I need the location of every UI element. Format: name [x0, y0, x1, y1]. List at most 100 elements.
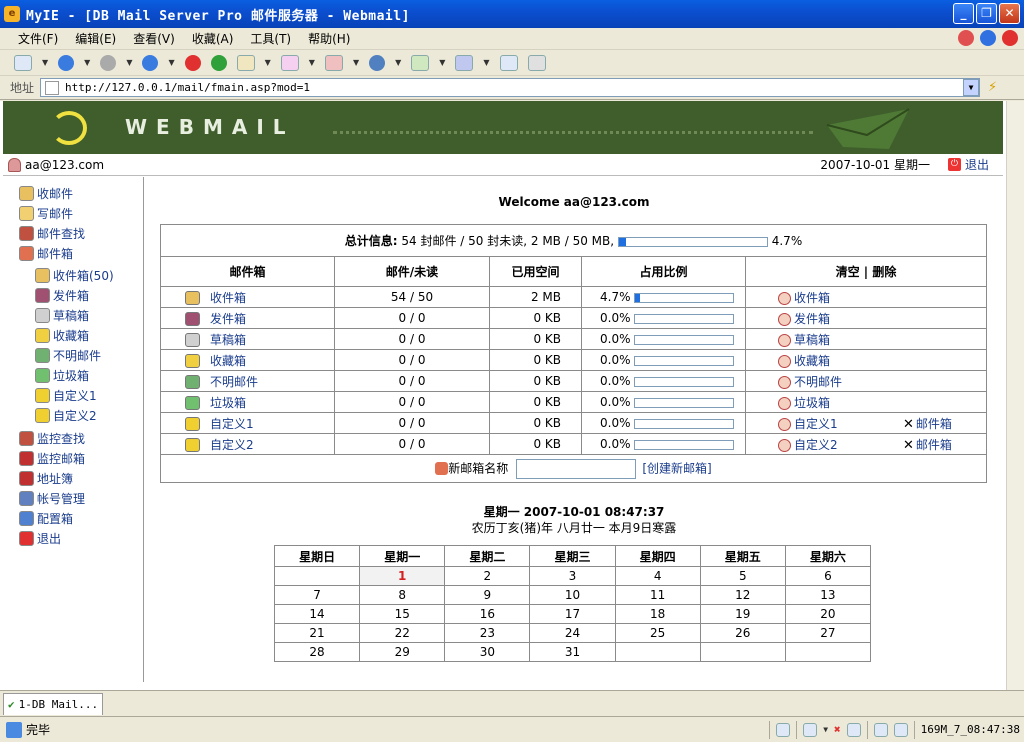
calendar-day[interactable]: 3 — [529, 566, 616, 586]
mailbox-link[interactable]: 不明邮件 — [210, 375, 258, 389]
forward-icon[interactable] — [100, 54, 117, 71]
image-icon[interactable] — [846, 722, 861, 737]
dropdown-arrow-icon[interactable]: ▼ — [395, 58, 401, 67]
calendar-day[interactable]: 5 — [699, 566, 786, 586]
calendar-day[interactable]: 31 — [529, 642, 616, 662]
clear-mailbox-link[interactable]: 自定义1 — [794, 417, 838, 431]
dropdown-arrow-icon[interactable]: ▼ — [42, 58, 48, 67]
clear-mailbox-link[interactable]: 草稿箱 — [794, 333, 830, 347]
address-dropdown-icon[interactable]: ▼ — [963, 79, 980, 96]
dropdown-arrow-icon[interactable]: ▼ — [265, 58, 271, 67]
menu-item-5[interactable]: 帮助(H) — [308, 30, 350, 47]
logout-link[interactable]: 退出 — [965, 156, 989, 173]
sidebar-item-4[interactable]: 收件箱(50) — [35, 267, 114, 284]
tile-icon[interactable] — [893, 722, 908, 737]
mailbox-link[interactable]: 发件箱 — [210, 312, 246, 326]
favorites-icon[interactable] — [411, 54, 430, 71]
calendar-day[interactable]: 14 — [273, 604, 361, 624]
sidebar-item-15[interactable]: 帐号管理 — [19, 490, 85, 507]
calendar-day[interactable]: 21 — [273, 623, 361, 643]
create-mailbox-link[interactable]: [创建新邮箱] — [642, 461, 711, 475]
sidebar-item-13[interactable]: 监控邮箱 — [19, 450, 85, 467]
clear-mailbox-link[interactable]: 自定义2 — [794, 438, 838, 452]
clear-mailbox-link[interactable]: 发件箱 — [794, 312, 830, 326]
clear-mailbox-link[interactable]: 垃圾箱 — [794, 396, 830, 410]
mailbox-link[interactable]: 收件箱 — [210, 291, 246, 305]
tools-icon[interactable] — [958, 30, 974, 46]
sidebar-item-8[interactable]: 不明邮件 — [35, 347, 101, 364]
mouse-gesture-icon[interactable] — [280, 54, 299, 71]
address-input[interactable]: http://127.0.0.1/mail/fmain.asp?mod=1 ▼ — [40, 78, 981, 97]
mailbox-link[interactable]: 垃圾箱 — [210, 396, 246, 410]
dropdown-arrow-icon[interactable]: ▼ — [309, 58, 315, 67]
calendar-day[interactable]: 25 — [614, 623, 701, 643]
sidebar-item-11[interactable]: 自定义2 — [35, 407, 97, 424]
back-icon[interactable] — [58, 54, 75, 71]
window-icon[interactable] — [873, 722, 888, 737]
calendar-day[interactable]: 4 — [614, 566, 701, 586]
dropdown-arrow-icon[interactable]: ▼ — [168, 58, 174, 67]
new-window-icon[interactable] — [14, 54, 32, 71]
minimize-button[interactable]: _ — [953, 3, 974, 24]
close-page-icon[interactable] — [1002, 30, 1018, 46]
vertical-scrollbar[interactable] — [1006, 101, 1024, 690]
sidebar-item-2[interactable]: 邮件查找 — [19, 225, 85, 242]
calendar-day[interactable]: 26 — [699, 623, 786, 643]
sidebar-item-12[interactable]: 监控查找 — [19, 430, 85, 447]
calendar-day[interactable]: 24 — [529, 623, 616, 643]
calendar-day[interactable]: 8 — [359, 585, 446, 605]
calendar-day[interactable]: 17 — [529, 604, 616, 624]
clear-mailbox-link[interactable]: 收藏箱 — [794, 354, 830, 368]
calendar-day[interactable]: 7 — [273, 585, 361, 605]
block-icon[interactable]: ✖ — [834, 723, 841, 736]
sidebar-item-5[interactable]: 发件箱 — [35, 287, 89, 304]
menu-item-2[interactable]: 查看(V) — [133, 30, 175, 47]
group-icon[interactable] — [455, 54, 474, 71]
sidebar-item-6[interactable]: 草稿箱 — [35, 307, 89, 324]
window-layout-icon[interactable] — [499, 54, 518, 71]
mailbox-link[interactable]: 收藏箱 — [210, 354, 246, 368]
sidebar-item-7[interactable]: 收藏箱 — [35, 327, 89, 344]
calendar-day[interactable]: 19 — [699, 604, 786, 624]
calendar-day[interactable]: 20 — [784, 604, 872, 624]
dropdown-arrow-icon[interactable]: ▼ — [483, 58, 489, 67]
calendar-day[interactable]: 1 — [359, 566, 446, 586]
dropdown-arrow-icon[interactable]: ▼ — [84, 58, 90, 67]
menu-item-3[interactable]: 收藏(A) — [192, 30, 234, 47]
calendar-day[interactable]: 18 — [614, 604, 701, 624]
delete-mailbox-link[interactable]: ✕ 邮件箱 — [903, 436, 952, 453]
mailbox-link[interactable]: 自定义1 — [210, 417, 254, 431]
proxy-icon[interactable] — [776, 722, 791, 737]
calendar-day[interactable]: 2 — [444, 566, 531, 586]
restore-button[interactable]: ❐ — [976, 3, 997, 24]
calendar-day[interactable]: 11 — [614, 585, 701, 605]
menu-item-0[interactable]: 文件(F) — [18, 30, 58, 47]
dropdown-arrow-icon[interactable]: ▼ — [126, 58, 132, 67]
calendar-day[interactable]: 10 — [529, 585, 616, 605]
mailbox-link[interactable]: 自定义2 — [210, 438, 254, 452]
sidebar-item-14[interactable]: 地址簿 — [19, 470, 73, 487]
popup-blocker-icon[interactable] — [803, 722, 818, 737]
page-icon[interactable] — [236, 54, 255, 71]
refresh-icon[interactable] — [210, 54, 227, 71]
new-mailbox-input[interactable] — [516, 458, 637, 479]
sidebar-item-16[interactable]: 配置箱 — [19, 510, 73, 527]
delete-mailbox-link[interactable]: ✕ 邮件箱 — [903, 415, 952, 432]
calendar-day[interactable]: 29 — [359, 642, 446, 662]
sidebar-item-17[interactable]: 退出 — [19, 530, 61, 547]
clear-mailbox-link[interactable]: 不明邮件 — [794, 375, 842, 389]
calendar-day[interactable]: 15 — [359, 604, 446, 624]
browser-tab[interactable]: ✔ 1-DB Mail... — [3, 693, 103, 715]
sidebar-item-3[interactable]: 邮件箱 — [19, 245, 73, 262]
calendar-day[interactable]: 12 — [699, 585, 786, 605]
clear-mailbox-link[interactable]: 收件箱 — [794, 291, 830, 305]
help-icon[interactable] — [980, 30, 996, 46]
calendar-day[interactable]: 16 — [444, 604, 531, 624]
logout-icon[interactable]: ⏻ — [947, 158, 961, 171]
calendar-day[interactable]: 13 — [784, 585, 872, 605]
dropdown-arrow-icon[interactable]: ▼ — [439, 58, 445, 67]
calendar-day[interactable]: 30 — [444, 642, 531, 662]
history-icon[interactable] — [324, 54, 343, 71]
sidebar-item-1[interactable]: 写邮件 — [19, 205, 73, 222]
sidebar-item-10[interactable]: 自定义1 — [35, 387, 97, 404]
